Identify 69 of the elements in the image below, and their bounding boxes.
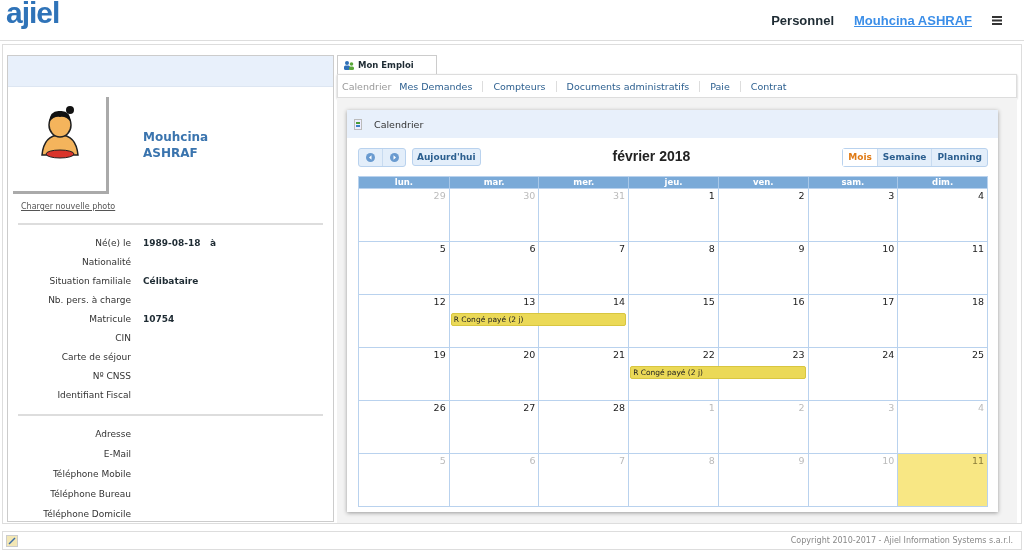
field-label: Nationalité bbox=[80, 256, 131, 267]
field-label: Né(e) le bbox=[94, 237, 131, 248]
field-label: Téléphone Mobile bbox=[51, 469, 131, 479]
day-cell[interactable]: 7 bbox=[538, 242, 629, 294]
day-cell[interactable]: 9 bbox=[717, 242, 808, 294]
field-label: Matricule bbox=[88, 313, 131, 324]
weekday-header: lun. bbox=[393, 177, 414, 188]
weekday-header: sam. bbox=[807, 177, 898, 188]
day-cell[interactable]: 17 bbox=[807, 295, 898, 347]
employee-name: Mouhcina ASHRAF bbox=[143, 129, 209, 162]
day-cell[interactable]: 18 bbox=[897, 295, 987, 347]
logo[interactable]: ajiel bbox=[6, 0, 60, 30]
left-arrow-icon bbox=[366, 152, 375, 162]
day-cell[interactable]: 20 bbox=[448, 348, 539, 400]
day-cell[interactable]: 26 bbox=[359, 401, 449, 453]
weekday-header: mer. bbox=[538, 177, 629, 188]
field-value: Célibataire bbox=[143, 275, 199, 286]
panel-title: Calendrier bbox=[374, 118, 424, 130]
day-cell[interactable]: 21 bbox=[538, 348, 629, 400]
field-label: CIN bbox=[114, 332, 131, 343]
day-cell[interactable]: 6 bbox=[448, 242, 539, 294]
day-cell[interactable]: 1 bbox=[628, 189, 718, 241]
day-cell[interactable]: 3 bbox=[807, 189, 898, 241]
copyright-text: Copyright 2010-2017 - Ajiel Information Systems s.a.r.l. bbox=[790, 536, 1013, 545]
nav-link[interactable]: Paie bbox=[699, 80, 740, 92]
people-icon bbox=[344, 60, 354, 70]
field-label: E-Mail bbox=[102, 449, 131, 459]
field-label: Carte de séjour bbox=[60, 351, 131, 362]
menu-icon[interactable] bbox=[992, 15, 1002, 25]
day-cell[interactable]: 24 bbox=[807, 348, 898, 400]
weekday-header: dim. bbox=[897, 177, 987, 188]
section-title: Personnel bbox=[771, 12, 835, 28]
field-label: Identifiant Fiscal bbox=[56, 389, 131, 400]
nav-link[interactable]: Mes Demandes bbox=[395, 80, 483, 92]
upload-photo-link[interactable]: Charger nouvelle photo bbox=[21, 202, 116, 211]
day-cell[interactable]: 27 bbox=[448, 401, 539, 453]
view-button[interactable]: Planning bbox=[931, 148, 987, 166]
day-cell[interactable]: 4 bbox=[897, 189, 987, 241]
field-label: Téléphone Domicile bbox=[42, 509, 131, 519]
today-button[interactable]: Aujourd'hui bbox=[412, 148, 481, 166]
day-cell[interactable]: 10 bbox=[807, 242, 898, 294]
nav-link[interactable]: Compteurs bbox=[482, 80, 556, 92]
field-value: 10754 bbox=[143, 313, 175, 324]
day-cell[interactable]: 12 bbox=[359, 295, 449, 347]
day-cell[interactable]: 2 bbox=[717, 189, 808, 241]
day-cell[interactable]: 25 bbox=[897, 348, 987, 400]
field-label: Situation familiale bbox=[48, 275, 131, 286]
field-value: 1989-08-18 à bbox=[143, 237, 217, 248]
nav-link[interactable]: Documents administratifs bbox=[555, 80, 700, 92]
day-cell[interactable]: 8 bbox=[628, 242, 718, 294]
day-cell[interactable]: 28 bbox=[538, 401, 629, 453]
month-title: février 2018 bbox=[611, 147, 692, 164]
nav-link[interactable]: Contrat bbox=[739, 80, 797, 92]
day-cell[interactable]: 15 bbox=[628, 295, 718, 347]
tab[interactable]: Mon Emploi bbox=[337, 55, 437, 74]
day-cell[interactable]: 16 bbox=[717, 295, 808, 347]
field-label: Téléphone Bureau bbox=[49, 489, 131, 499]
edit-icon[interactable] bbox=[6, 534, 18, 547]
weekday-header: jeu. bbox=[628, 177, 718, 188]
calendar-icon bbox=[354, 118, 362, 130]
view-button[interactable]: Semaine bbox=[876, 148, 932, 166]
field-label: Adresse bbox=[94, 429, 131, 439]
weekday-header: ven. bbox=[717, 177, 808, 188]
day-cell[interactable]: 11 bbox=[897, 242, 987, 294]
day-cell[interactable]: 5 bbox=[359, 242, 449, 294]
weekday-header: mar. bbox=[448, 177, 539, 188]
field-label: Nb. pers. à charge bbox=[47, 294, 131, 305]
field-label: Nº CNSS bbox=[91, 370, 131, 381]
day-cell[interactable]: 19 bbox=[359, 348, 449, 400]
